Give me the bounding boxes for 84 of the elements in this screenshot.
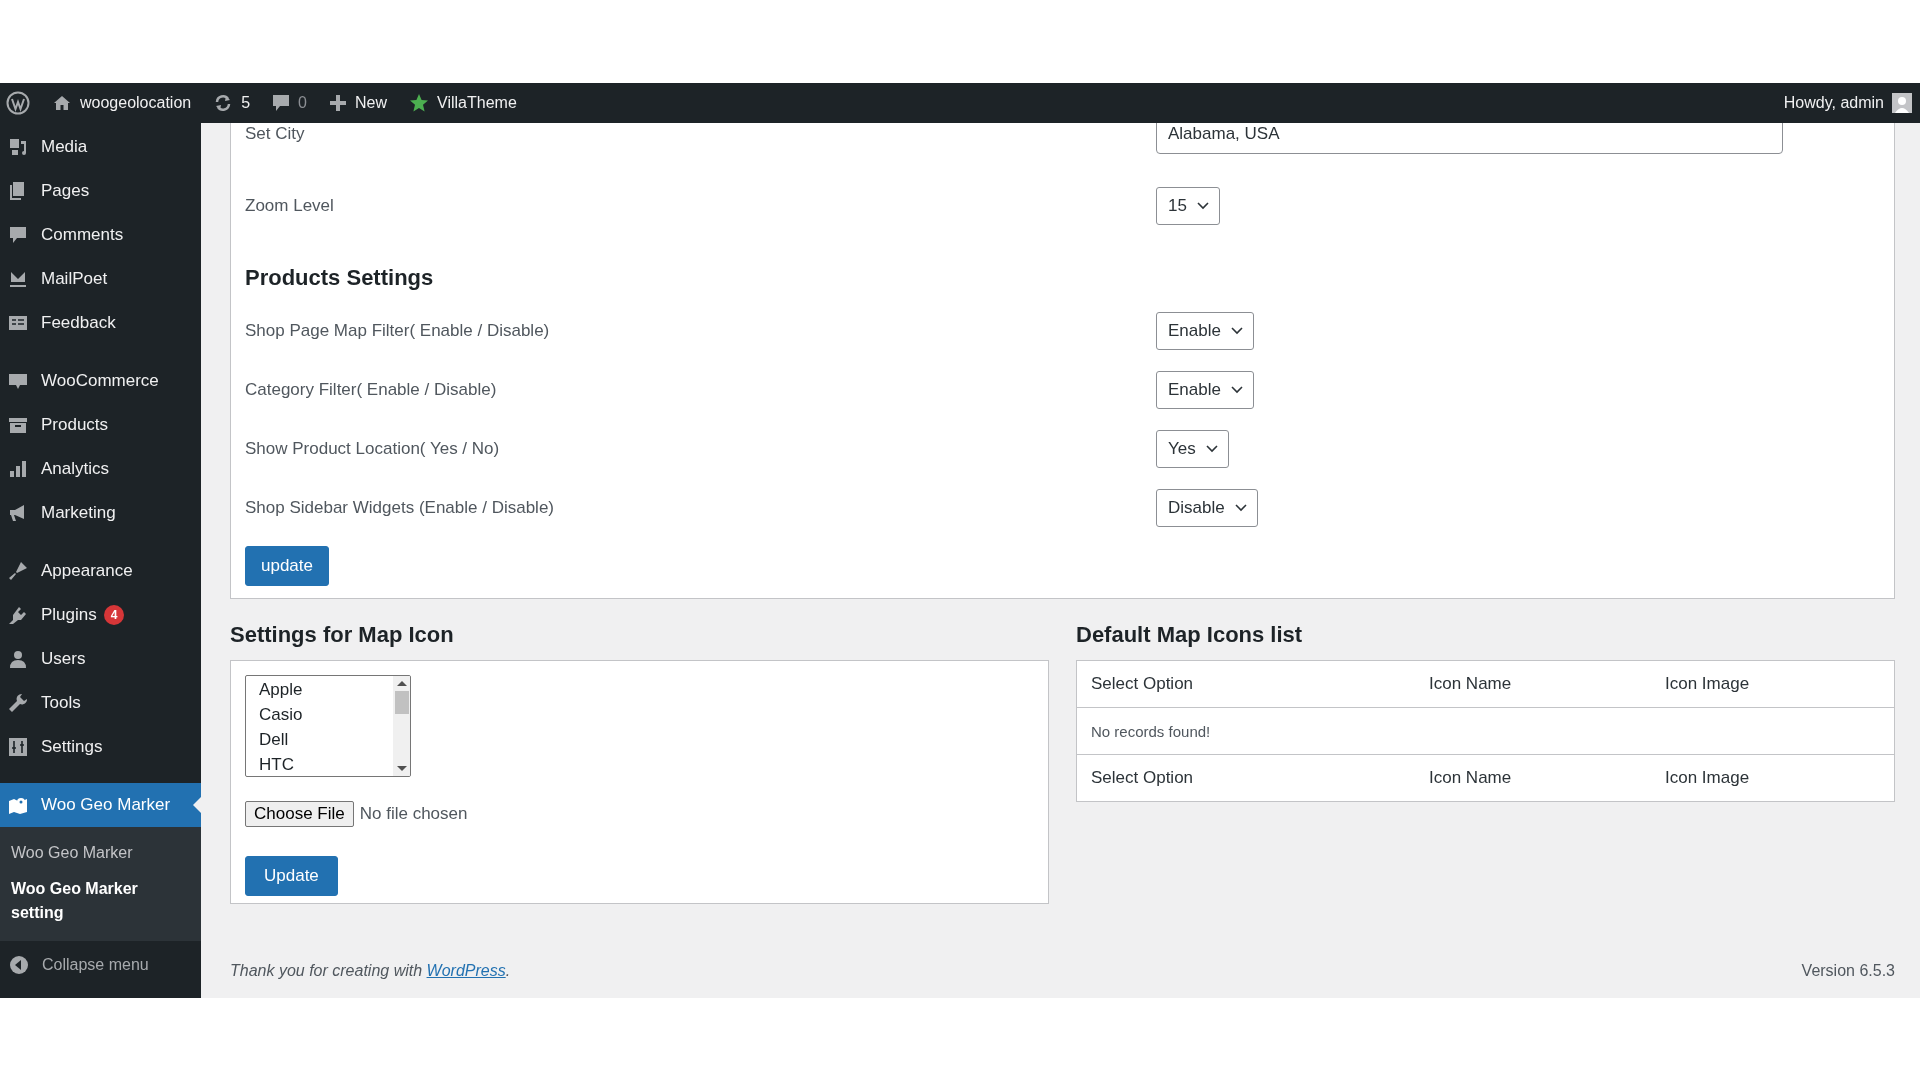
brand-listbox[interactable]: Apple Casio Dell HTC — [245, 675, 411, 777]
wordpress-logo-icon[interactable] — [6, 91, 30, 115]
sidebar-item[interactable]: Settings — [0, 725, 201, 769]
comments-link[interactable]: 0 — [272, 93, 307, 113]
field-label: Shop Page Map Filter( Enable / Disable) — [245, 320, 551, 341]
user-icon — [8, 649, 28, 669]
list-option[interactable]: Dell — [259, 727, 393, 752]
new-content-link[interactable]: New — [329, 94, 388, 112]
submenu-item[interactable]: Woo Geo Marker — [0, 835, 201, 871]
plus-icon — [329, 94, 347, 112]
section-heading: Products Settings — [245, 265, 435, 291]
field-label: Show Product Location( Yes / No) — [245, 438, 501, 459]
media-icon — [8, 137, 28, 157]
collapse-menu-button[interactable]: Collapse menu — [0, 943, 201, 987]
sidebar-item[interactable]: Feedback — [0, 301, 201, 345]
comment-icon — [272, 93, 291, 113]
column-header: Select Option — [1076, 660, 1415, 708]
section-heading: Settings for Map Icon — [230, 622, 455, 648]
column-footer: Select Option — [1076, 754, 1415, 802]
sliders-icon — [8, 737, 28, 757]
empty-message: No records found! — [1076, 707, 1895, 755]
select-dropdown[interactable]: Enable — [1156, 370, 1254, 409]
sidebar-item[interactable]: WooCommerce — [0, 359, 201, 403]
list-option[interactable]: Casio — [259, 702, 393, 727]
wordpress-link[interactable]: WordPress — [426, 962, 506, 979]
sidebar-item[interactable]: Analytics — [0, 447, 201, 491]
select-dropdown[interactable]: Enable — [1156, 311, 1254, 350]
chevron-down-icon — [1234, 503, 1247, 512]
column-footer: Icon Image — [1651, 754, 1895, 802]
version-text: Version 6.5.3 — [1801, 962, 1895, 980]
footer-text: Thank you for creating with WordPress. — [230, 962, 511, 980]
column-header: Icon Image — [1651, 660, 1895, 708]
sidebar-item[interactable]: Pages — [0, 169, 201, 213]
field-label: Zoom Level — [245, 195, 335, 216]
sidebar-item[interactable]: Comments — [0, 213, 201, 257]
city-input[interactable]: Alabama, USA — [1156, 123, 1783, 154]
field-label: Set City — [245, 124, 306, 144]
sidebar-item[interactable]: Plugins 4 — [0, 593, 201, 637]
column-header: Icon Name — [1415, 660, 1651, 708]
list-option[interactable]: Apple — [259, 677, 393, 702]
comment-icon — [8, 225, 28, 245]
sidebar-item[interactable]: Appearance — [0, 549, 201, 593]
sidebar-item[interactable]: Users — [0, 637, 201, 681]
select-dropdown[interactable]: 15 — [1156, 186, 1220, 225]
select-dropdown[interactable]: Disable — [1156, 488, 1258, 527]
field-label: Category Filter( Enable / Disable) — [245, 379, 498, 400]
column-footer: Icon Name — [1415, 754, 1651, 802]
file-status: No file chosen — [359, 804, 468, 824]
select-dropdown[interactable]: Yes — [1156, 429, 1229, 468]
sidebar-item[interactable]: MailPoet — [0, 257, 201, 301]
list-option[interactable]: HTC — [259, 752, 393, 776]
choose-file-button[interactable]: Choose File — [245, 801, 354, 827]
theme-link[interactable]: VillaTheme — [409, 93, 517, 113]
star-icon — [409, 93, 430, 113]
chevron-down-icon — [1196, 201, 1209, 210]
update-button[interactable]: Update — [245, 856, 338, 896]
chevron-down-icon — [1230, 385, 1243, 394]
submenu-item[interactable]: Woo Geo Marker setting — [0, 871, 201, 931]
home-icon — [52, 93, 72, 113]
site-name-link[interactable]: woogeolocation — [52, 93, 192, 113]
box-icon — [8, 415, 28, 435]
brush-icon — [8, 561, 28, 581]
bar-chart-icon — [8, 459, 28, 479]
sidebar-item[interactable]: Marketing — [0, 491, 201, 535]
chevron-down-icon — [1205, 444, 1218, 453]
form-icon — [8, 313, 28, 333]
sidebar-item[interactable]: Media — [0, 125, 201, 169]
field-label: Shop Sidebar Widgets (Enable / Disable) — [245, 497, 555, 518]
account-link[interactable]: Howdy, admin — [1783, 93, 1912, 113]
update-button[interactable]: update — [245, 546, 329, 586]
chevron-down-icon — [1230, 326, 1243, 335]
update-count-badge: 4 — [103, 605, 125, 625]
map-icon — [8, 795, 28, 815]
avatar-icon — [1892, 93, 1912, 113]
scrollbar[interactable] — [393, 676, 410, 776]
collapse-icon — [9, 955, 29, 975]
updates-link[interactable]: 5 — [213, 93, 251, 113]
sidebar-item[interactable]: Woo Geo Marker — [0, 783, 201, 827]
sidebar-item[interactable]: Products — [0, 403, 201, 447]
wrench-icon — [8, 693, 28, 713]
sidebar-item[interactable]: Tools — [0, 681, 201, 725]
section-heading: Default Map Icons list — [1076, 622, 1304, 648]
envelope-icon — [8, 269, 28, 289]
plug-icon — [8, 605, 28, 625]
